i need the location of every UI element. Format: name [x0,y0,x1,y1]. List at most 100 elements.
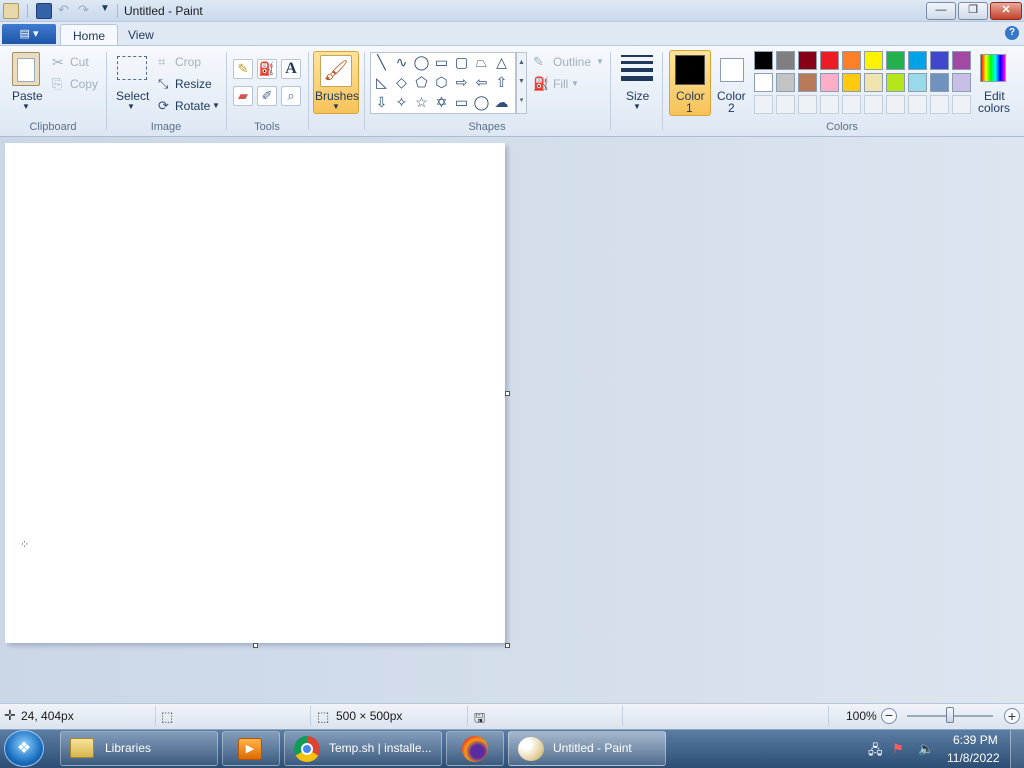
four-point-star-shape-icon[interactable]: ✧ [392,93,411,112]
oval-callout-shape-icon[interactable]: ◯ [472,93,491,112]
palette-color-swatch[interactable] [842,73,861,92]
close-button[interactable]: ✕ [990,2,1022,20]
show-desktop-button[interactable] [1010,730,1024,768]
restore-button[interactable]: ❐ [958,2,988,20]
zoom-out-button[interactable]: − [881,708,897,724]
size-button[interactable]: Size [626,89,649,103]
polygon-shape-icon[interactable]: ⏢ [472,53,491,72]
oval-shape-icon[interactable]: ◯ [412,53,431,72]
palette-color-swatch[interactable] [776,51,795,70]
five-point-star-shape-icon[interactable]: ☆ [412,93,431,112]
palette-color-swatch[interactable] [930,51,949,70]
palette-color-swatch[interactable] [754,73,773,92]
size-icon[interactable] [621,55,653,81]
custom-color-slot[interactable] [864,95,883,114]
redo-icon[interactable]: ↷ [78,2,89,18]
customize-quick-access-icon[interactable]: ▼ [100,3,110,14]
action-center-icon[interactable]: ⚑ [892,741,904,757]
canvas-resize-handle-bottom[interactable] [253,643,258,648]
outline-button[interactable]: Outline [553,55,591,69]
zoom-in-button[interactable]: + [1004,708,1020,724]
undo-icon[interactable]: ↶ [58,2,69,18]
palette-color-swatch[interactable] [908,51,927,70]
canvas-resize-handle-right[interactable] [505,391,510,396]
select-button[interactable]: Select [116,89,149,103]
palette-color-swatch[interactable] [952,51,971,70]
canvas-resize-handle-corner[interactable] [505,643,510,648]
pentagon-shape-icon[interactable]: ⬠ [412,73,431,92]
six-point-star-shape-icon[interactable]: ✡ [432,93,451,112]
diamond-shape-icon[interactable]: ◇ [392,73,411,92]
save-icon[interactable] [36,3,52,19]
rotate-dropdown-icon[interactable]: ▼ [212,101,220,110]
palette-color-swatch[interactable] [886,51,905,70]
hexagon-shape-icon[interactable]: ⬡ [432,73,451,92]
copy-button[interactable]: Copy [70,77,98,91]
custom-color-slot[interactable] [754,95,773,114]
tab-view[interactable]: View [116,24,166,46]
start-button[interactable]: ❖ [4,730,44,767]
down-arrow-shape-icon[interactable]: ⇩ [372,93,391,112]
resize-button[interactable]: Resize [175,77,212,91]
text-tool-icon[interactable]: A [281,59,301,79]
up-arrow-shape-icon[interactable]: ⇧ [492,73,511,92]
select-icon[interactable] [117,56,147,80]
color2-swatch[interactable] [720,58,744,82]
fill-button[interactable]: Fill [553,77,568,91]
clock-date[interactable]: 11/8/2022 [947,751,1000,765]
pencil-icon[interactable]: ✎ [233,59,253,79]
taskbar-item-chrome[interactable]: Temp.sh | installe... [284,731,442,766]
palette-color-swatch[interactable] [820,51,839,70]
cloud-callout-shape-icon[interactable]: ☁ [492,93,511,112]
right-arrow-shape-icon[interactable]: ⇨ [452,73,471,92]
palette-color-swatch[interactable] [754,51,773,70]
palette-color-swatch[interactable] [820,73,839,92]
magnifier-icon[interactable]: ⌕ [281,86,301,106]
fill-dropdown-icon[interactable]: ▼ [571,79,579,88]
taskbar-item-firefox[interactable] [446,731,504,766]
taskbar-item-paint[interactable]: Untitled - Paint [508,731,666,766]
cut-button[interactable]: Cut [70,55,89,69]
curve-shape-icon[interactable]: ∿ [392,53,411,72]
paint-menu-button[interactable]: ▤ ▾ [2,24,56,44]
volume-icon[interactable]: 🔈 [918,741,934,757]
custom-color-slot[interactable] [798,95,817,114]
outline-dropdown-icon[interactable]: ▼ [596,57,604,66]
palette-color-swatch[interactable] [776,73,795,92]
palette-color-swatch[interactable] [952,73,971,92]
triangle-shape-icon[interactable]: △ [492,53,511,72]
drawing-canvas[interactable] [5,143,505,643]
rectangle-shape-icon[interactable]: ▭ [432,53,451,72]
custom-color-slot[interactable] [776,95,795,114]
palette-color-swatch[interactable] [908,73,927,92]
color-picker-icon[interactable]: ✐ [257,86,277,106]
palette-color-swatch[interactable] [798,73,817,92]
taskbar-item-libraries[interactable]: Libraries [60,731,218,766]
eraser-icon[interactable]: ▰ [233,86,253,106]
palette-color-swatch[interactable] [930,73,949,92]
paste-dropdown-icon[interactable]: ▼ [22,102,30,111]
custom-color-slot[interactable] [908,95,927,114]
left-arrow-shape-icon[interactable]: ⇦ [472,73,491,92]
paint-app-icon[interactable] [3,3,19,19]
select-dropdown-icon[interactable]: ▼ [127,102,135,111]
right-triangle-shape-icon[interactable]: ◺ [372,73,391,92]
rounded-callout-shape-icon[interactable]: ▭ [452,93,471,112]
palette-color-swatch[interactable] [864,73,883,92]
line-shape-icon[interactable]: ╲ [372,53,391,72]
palette-color-swatch[interactable] [798,51,817,70]
custom-color-slot[interactable] [842,95,861,114]
shapes-scrollbar[interactable]: ▲ ▼ ▾ [516,52,527,114]
edit-colors-icon[interactable] [980,54,1006,82]
size-dropdown-icon[interactable]: ▼ [633,102,641,111]
custom-color-slot[interactable] [952,95,971,114]
tab-home[interactable]: Home [60,24,119,46]
fill-bucket-icon[interactable]: ⛽ [257,59,277,79]
custom-color-slot[interactable] [886,95,905,114]
rounded-rectangle-shape-icon[interactable]: ▢ [452,53,471,72]
network-icon[interactable]: 🖧 [868,741,883,763]
brushes-dropdown-icon[interactable]: ▼ [332,102,340,111]
rotate-button[interactable]: Rotate [175,99,210,113]
palette-color-swatch[interactable] [864,51,883,70]
palette-color-swatch[interactable] [886,73,905,92]
